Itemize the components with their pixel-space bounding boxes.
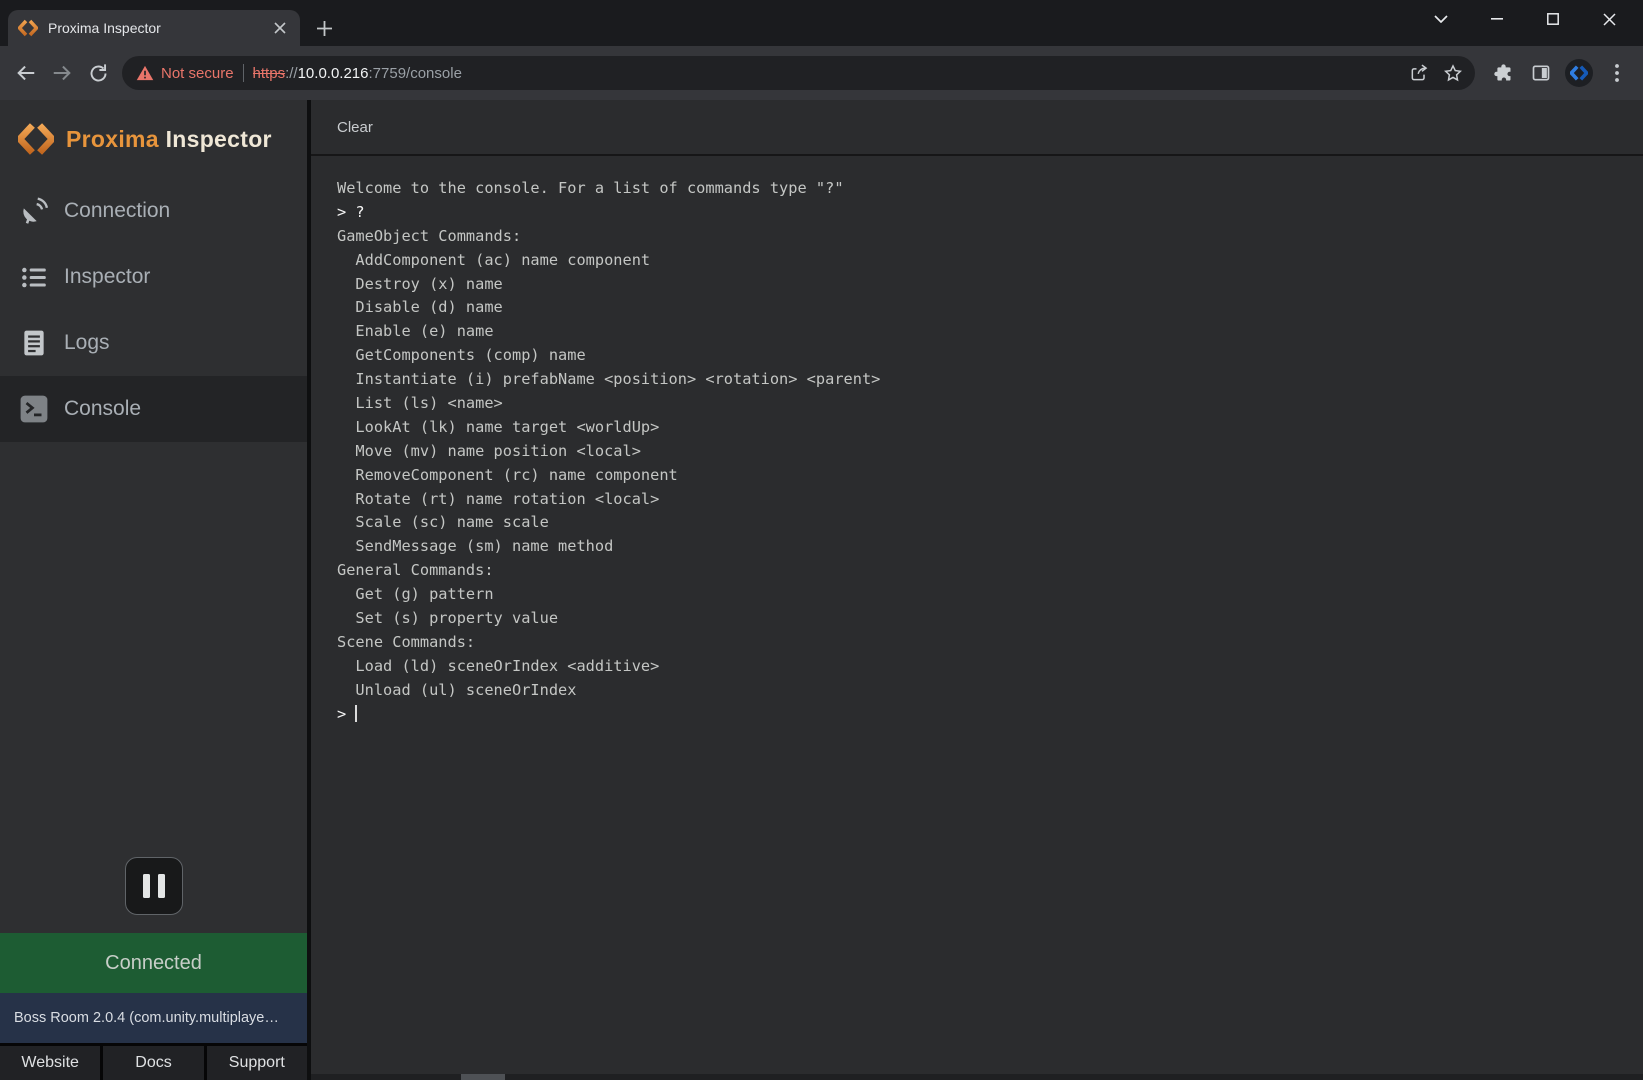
console-line: Move (mv) name position <local> <box>337 440 1633 464</box>
document-icon <box>19 328 49 358</box>
browser-toolbar: Not secure https://10.0.0.216:7759/conso… <box>0 46 1643 100</box>
console-line: Get (g) pattern <box>337 583 1633 607</box>
security-warning[interactable]: Not secure <box>136 65 234 82</box>
console-line: RemoveComponent (rc) name component <box>337 464 1633 488</box>
console-prompt-line[interactable]: > <box>337 703 1633 727</box>
back-button[interactable] <box>8 55 44 91</box>
clear-button[interactable]: Clear <box>337 119 373 136</box>
browser-tab[interactable]: Proxima Inspector <box>8 10 300 46</box>
sidebar-item-connection[interactable]: Connection <box>0 178 307 244</box>
console-line: List (ls) <name> <box>337 392 1633 416</box>
console-line: General Commands: <box>337 559 1633 583</box>
project-info-label: Boss Room 2.0.4 (com.unity.multiplaye… <box>14 1010 279 1026</box>
side-panel-icon[interactable] <box>1523 55 1559 91</box>
horizontal-scrollbar <box>311 1074 1643 1080</box>
sidebar-spacer <box>0 442 307 857</box>
console-line: > ? <box>337 201 1633 225</box>
sidebar-item-label: Console <box>64 397 141 421</box>
url-path: :7759/console <box>369 65 462 82</box>
app-title-secondary: Inspector <box>166 126 272 152</box>
footer-link-support[interactable]: Support <box>204 1046 307 1080</box>
profile-avatar-diamond-icon <box>1565 59 1593 87</box>
url-separator: :// <box>285 65 298 82</box>
extensions-puzzle-icon[interactable] <box>1485 55 1521 91</box>
proxima-logo-icon <box>18 121 54 157</box>
console-line: Enable (e) name <box>337 320 1633 344</box>
horizontal-scrollbar-thumb[interactable] <box>461 1074 505 1080</box>
sidebar-item-logs[interactable]: Logs <box>0 310 307 376</box>
satellite-dish-icon <box>19 196 49 226</box>
console-line: Disable (d) name <box>337 296 1633 320</box>
pause-icon <box>158 874 165 898</box>
footer-link-docs[interactable]: Docs <box>100 1046 203 1080</box>
console-line: GetComponents (comp) name <box>337 344 1633 368</box>
console-line: SendMessage (sm) name method <box>337 535 1633 559</box>
share-icon[interactable] <box>1403 57 1435 89</box>
console-line: Load (ld) sceneOrIndex <additive> <box>337 655 1633 679</box>
sidebar-item-label: Logs <box>64 331 110 355</box>
console-line: Destroy (x) name <box>337 273 1633 297</box>
brand: Proxima Inspector <box>0 100 307 162</box>
console-line: Scale (sc) name scale <box>337 511 1633 535</box>
forward-button[interactable] <box>44 55 80 91</box>
console-panel: Clear Welcome to the console. For a list… <box>311 100 1643 1080</box>
address-bar[interactable]: Not secure https://10.0.0.216:7759/conso… <box>122 56 1475 90</box>
app-title: Proxima Inspector <box>66 126 272 153</box>
list-icon <box>19 262 49 292</box>
browser-window: Proxima Inspector <box>0 0 1643 1080</box>
url-host: 10.0.0.216 <box>298 65 369 82</box>
pause-button[interactable] <box>125 857 183 915</box>
console-line: Instantiate (i) prefabName <position> <r… <box>337 368 1633 392</box>
console-line: LookAt (lk) name target <worldUp> <box>337 416 1633 440</box>
console-line: Unload (ul) sceneOrIndex <box>337 679 1633 703</box>
tab-favicon-proxima-diamond-icon <box>18 18 38 38</box>
profile-avatar[interactable] <box>1561 55 1597 91</box>
warning-triangle-icon <box>136 65 154 81</box>
page-content: Proxima Inspector Connection <box>0 100 1643 1080</box>
not-secure-label: Not secure <box>161 65 234 82</box>
new-tab-button[interactable] <box>310 14 338 42</box>
tab-strip: Proxima Inspector <box>0 0 1643 46</box>
bookmark-star-icon[interactable] <box>1437 57 1469 89</box>
sidebar-item-label: Connection <box>64 199 170 223</box>
url-scheme: https <box>253 65 286 82</box>
overflow-menu-dots-icon[interactable] <box>1599 55 1635 91</box>
pause-icon <box>143 874 150 898</box>
toolbar-right <box>1485 55 1635 91</box>
sidebar-nav: Connection Inspector <box>0 178 307 442</box>
window-controls <box>1413 0 1637 38</box>
tab-close-icon[interactable] <box>270 18 290 38</box>
tab-search-chevron-icon[interactable] <box>1413 0 1469 38</box>
console-line: Scene Commands: <box>337 631 1633 655</box>
sidebar-footer: Website Docs Support <box>0 1043 307 1080</box>
console-line: Rotate (rt) name rotation <local> <box>337 488 1633 512</box>
console-output[interactable]: Welcome to the console. For a list of co… <box>311 156 1643 726</box>
sidebar-item-label: Inspector <box>64 265 150 289</box>
terminal-icon <box>19 394 49 424</box>
omnibox-actions <box>1403 57 1469 89</box>
maximize-button[interactable] <box>1525 0 1581 38</box>
project-info-bar: Boss Room 2.0.4 (com.unity.multiplaye… <box>0 993 307 1043</box>
sidebar: Proxima Inspector Connection <box>0 100 311 1080</box>
console-header: Clear <box>311 100 1643 156</box>
connection-status-bar: Connected <box>0 933 307 993</box>
sidebar-item-console[interactable]: Console <box>0 376 307 442</box>
footer-link-website[interactable]: Website <box>0 1046 100 1080</box>
connection-status-label: Connected <box>105 952 202 975</box>
console-line: Set (s) property value <box>337 607 1633 631</box>
pause-button-container <box>0 857 307 915</box>
close-window-button[interactable] <box>1581 0 1637 38</box>
url-text: https://10.0.0.216:7759/console <box>253 65 1394 82</box>
text-cursor <box>355 705 357 722</box>
tab-title: Proxima Inspector <box>48 20 260 36</box>
console-line: AddComponent (ac) name component <box>337 249 1633 273</box>
reload-button[interactable] <box>80 55 116 91</box>
minimize-button[interactable] <box>1469 0 1525 38</box>
console-line: Welcome to the console. For a list of co… <box>337 177 1633 201</box>
omnibox-divider <box>243 64 244 82</box>
console-line: GameObject Commands: <box>337 225 1633 249</box>
app-title-primary: Proxima <box>66 126 159 152</box>
sidebar-item-inspector[interactable]: Inspector <box>0 244 307 310</box>
